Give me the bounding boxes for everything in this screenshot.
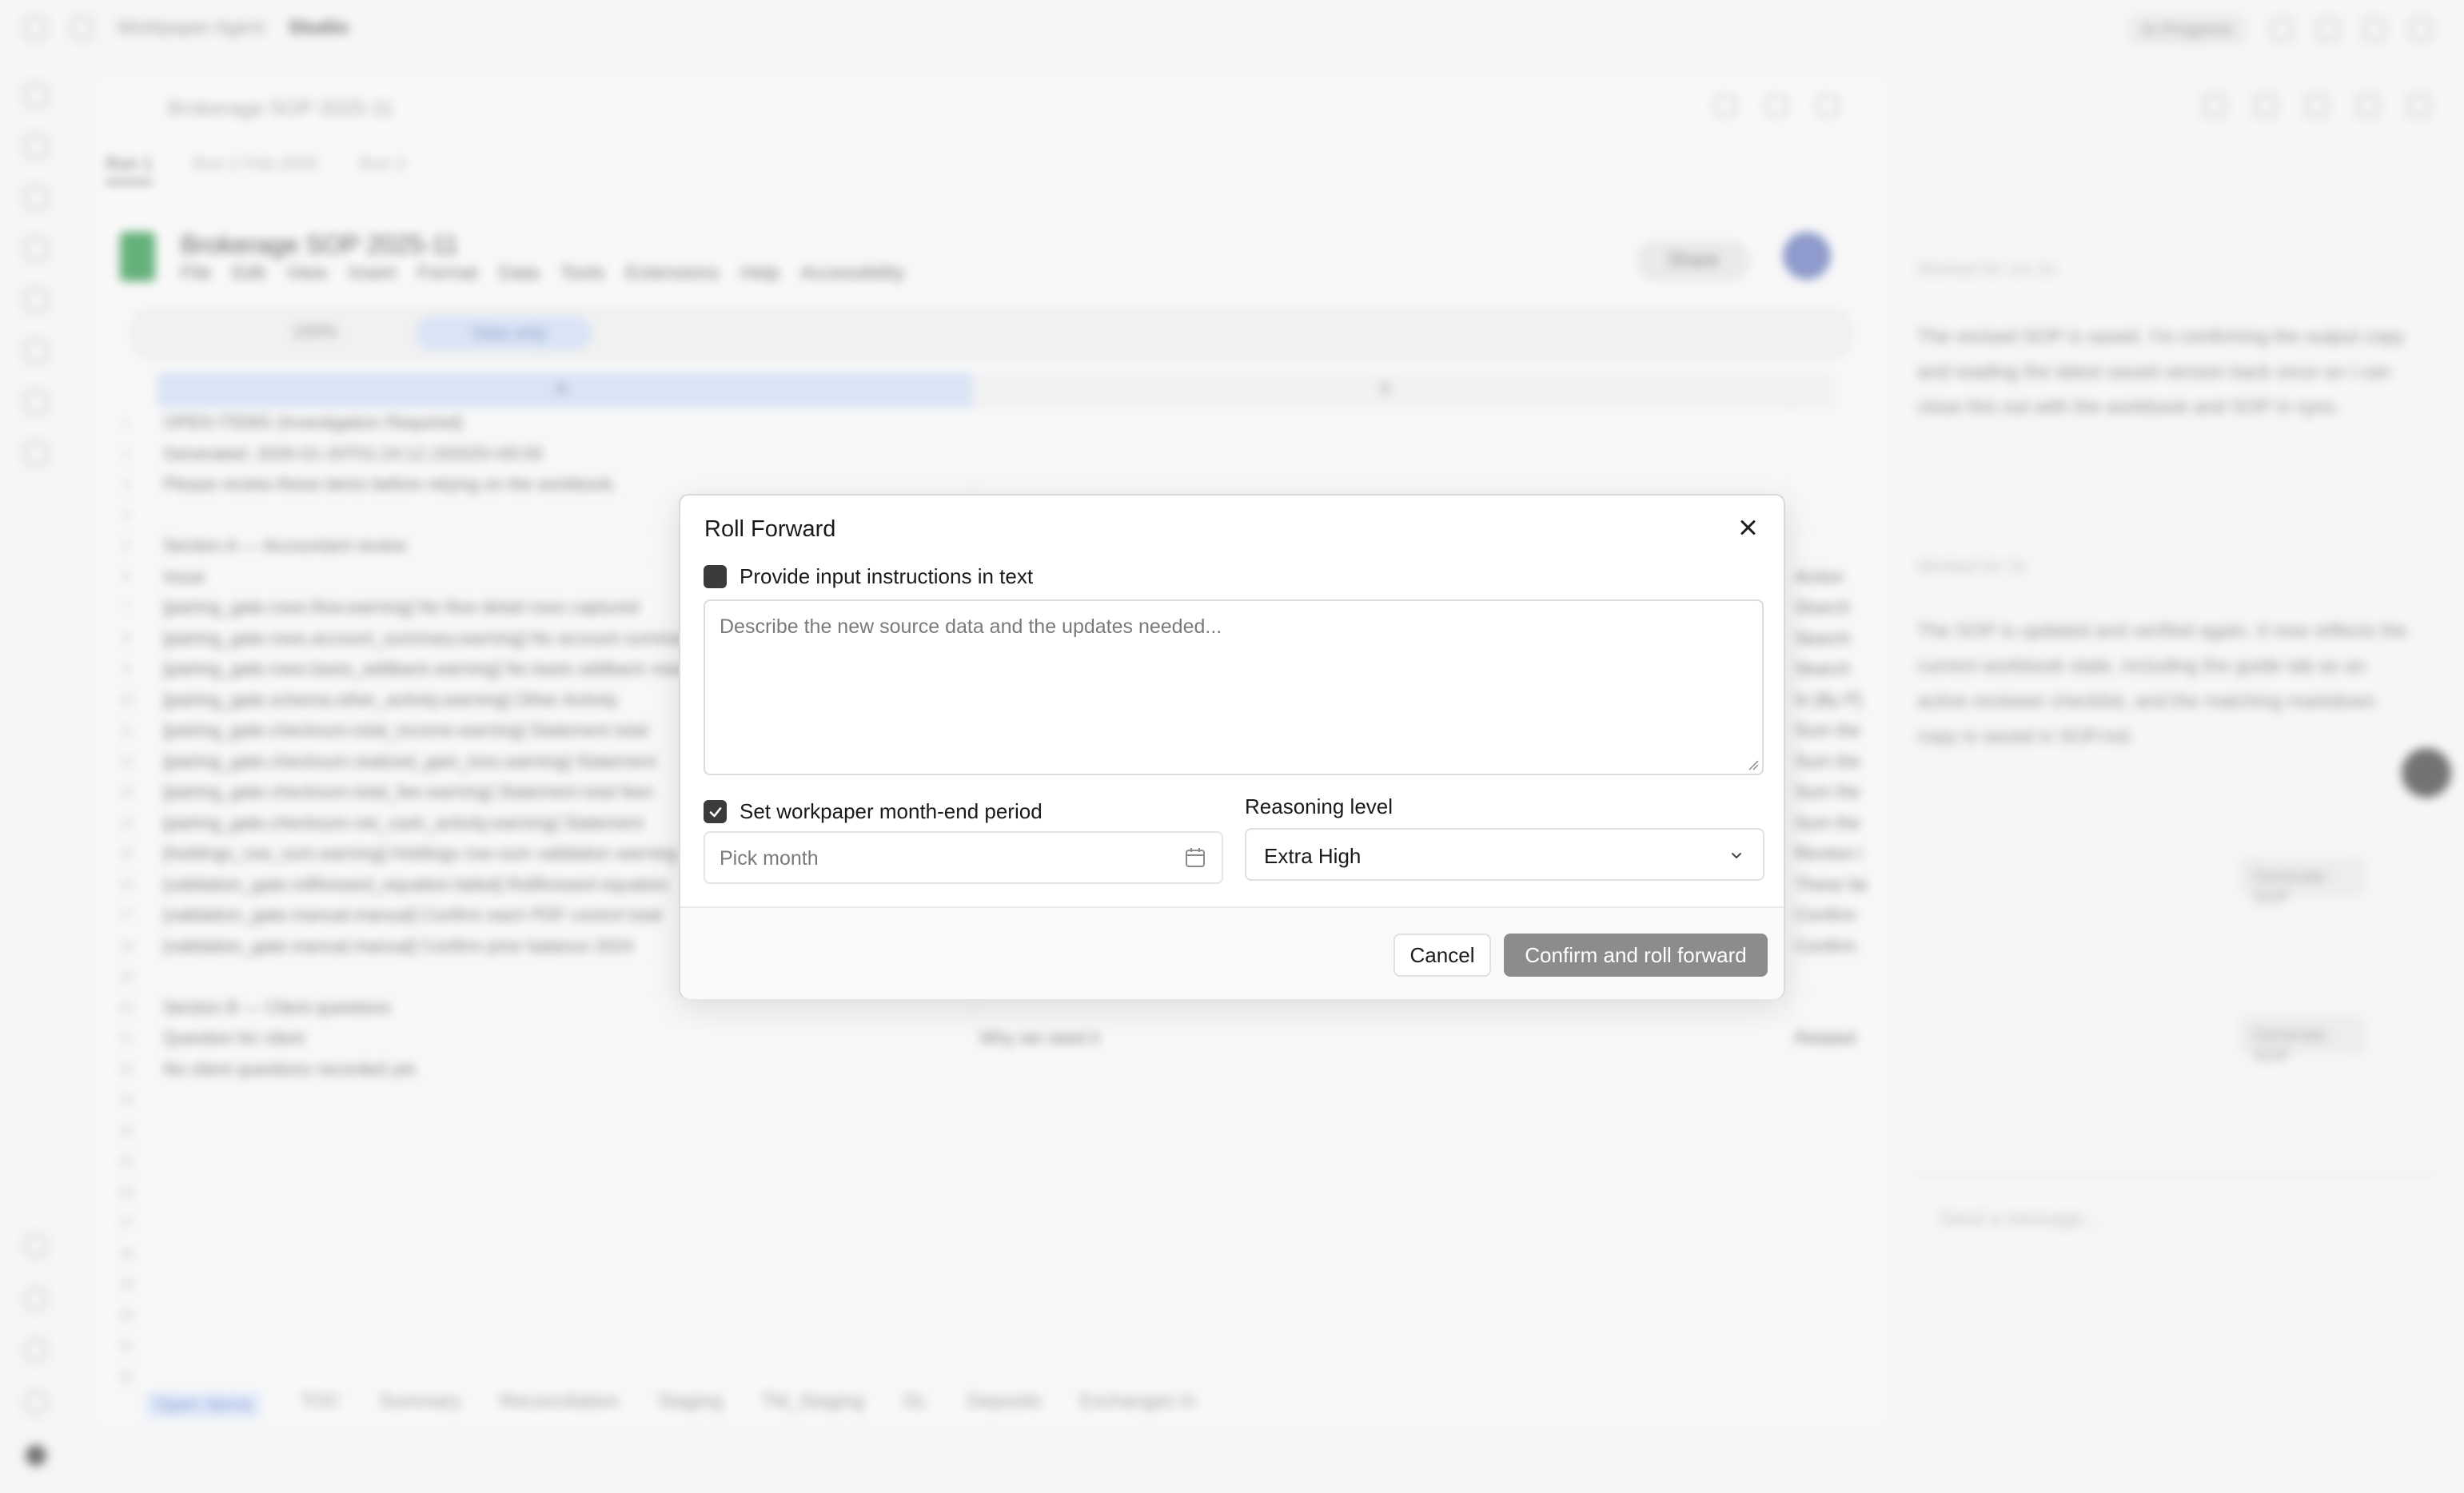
text-instructions-checkbox[interactable] — [704, 565, 727, 588]
resize-handle-icon[interactable] — [1748, 759, 1759, 770]
reasoning-level-select[interactable]: Extra High — [1245, 828, 1764, 881]
month-end-label[interactable]: Set workpaper month-end period — [740, 799, 1043, 824]
dialog-title: Roll Forward — [704, 516, 836, 542]
cancel-button[interactable]: Cancel — [1393, 934, 1491, 977]
month-picker-placeholder: Pick month — [720, 847, 819, 870]
instructions-placeholder: Describe the new source data and the upd… — [720, 615, 1222, 638]
checkmark-icon — [709, 806, 721, 817]
reasoning-level-value: Extra High — [1264, 844, 1362, 868]
chevron-down-icon — [1732, 853, 1741, 858]
text-instructions-label[interactable]: Provide input instructions in text — [740, 564, 1033, 589]
text-instructions-option[interactable]: Provide input instructions in text — [704, 564, 1033, 589]
month-picker-input[interactable]: Pick month — [704, 831, 1223, 884]
calendar-icon[interactable] — [1183, 846, 1207, 870]
month-end-checkbox[interactable] — [704, 800, 727, 823]
reasoning-level-label: Reasoning level — [1245, 794, 1393, 818]
dialog-footer: Cancel Confirm and roll forward — [680, 906, 1784, 999]
instructions-textarea[interactable]: Describe the new source data and the upd… — [704, 599, 1764, 775]
close-icon[interactable] — [1734, 513, 1763, 542]
confirm-roll-forward-button[interactable]: Confirm and roll forward — [1504, 934, 1768, 977]
roll-forward-dialog: Roll Forward Provide input instructions … — [679, 494, 1785, 999]
month-end-option[interactable]: Set workpaper month-end period — [704, 799, 1043, 824]
